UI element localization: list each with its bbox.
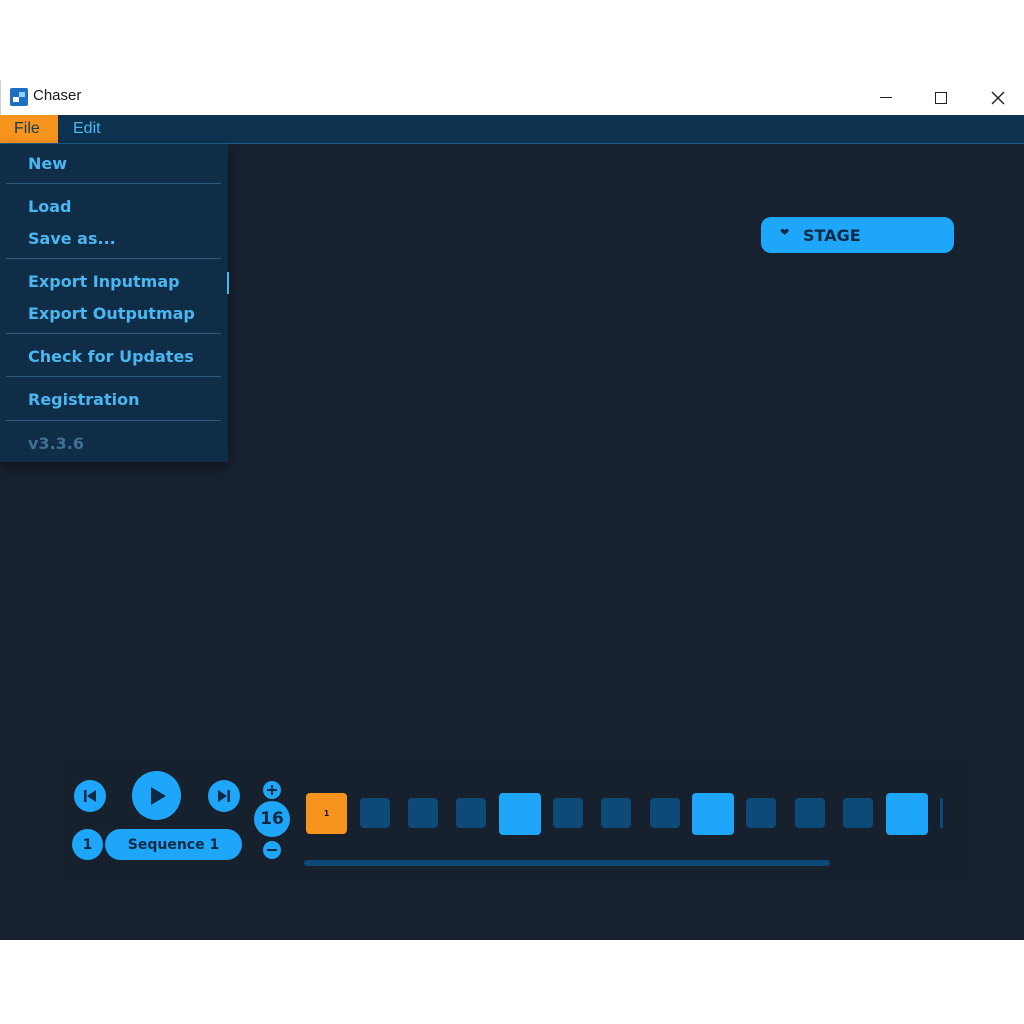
menu-edit[interactable]: Edit [59, 115, 115, 143]
remove-step-button[interactable] [263, 841, 281, 859]
transport-panel: 1 Sequence 1 16 1 [60, 762, 968, 880]
menu-separator [6, 183, 221, 184]
step-2[interactable] [360, 798, 390, 828]
menu-separator [6, 258, 221, 259]
skip-forward-icon [218, 790, 230, 802]
step-13[interactable] [886, 793, 928, 835]
play-icon [150, 786, 166, 805]
minimize-button[interactable] [858, 80, 914, 115]
version-label: v3.3.6 [28, 434, 84, 453]
menu-item-save-as[interactable]: Save as... [28, 229, 116, 248]
app-logo-icon [10, 88, 28, 106]
menu-item-check-for-updates[interactable]: Check for Updates [28, 347, 194, 366]
step-count-label: 16 [260, 809, 284, 829]
menu-item-registration[interactable]: Registration [28, 390, 139, 409]
close-button[interactable] [970, 80, 1024, 115]
skip-back-icon [84, 790, 96, 802]
app-window: File Edit New Load Save as... Export Inp… [0, 115, 1024, 940]
sequence-number-badge[interactable]: 1 [72, 829, 103, 860]
minimize-icon [880, 97, 892, 98]
menu-separator [6, 333, 221, 334]
close-icon [991, 91, 1005, 104]
plus-icon [267, 785, 277, 795]
step-4[interactable] [456, 798, 486, 828]
step-7[interactable] [601, 798, 631, 828]
menu-separator [6, 376, 221, 377]
menu-item-export-outputmap[interactable]: Export Outputmap [28, 304, 195, 323]
heart-icon: ❤ [780, 226, 790, 239]
step-10[interactable] [746, 798, 776, 828]
stage-label: STAGE [803, 226, 861, 245]
title-bar: Chaser [0, 80, 1024, 115]
minus-icon [267, 849, 277, 851]
play-button[interactable] [132, 771, 181, 820]
window-title: Chaser [33, 87, 82, 104]
step-1[interactable]: 1 [306, 793, 347, 834]
step-6[interactable] [553, 798, 583, 828]
step-5[interactable] [499, 793, 541, 835]
add-step-button[interactable] [263, 781, 281, 799]
step-11[interactable] [795, 798, 825, 828]
menu-bar: File Edit [0, 115, 1024, 144]
stage-dropdown-button[interactable]: ❤ STAGE [761, 217, 954, 253]
menu-item-load[interactable]: Load [28, 197, 71, 216]
menu-item-new[interactable]: New [28, 154, 67, 173]
step-3[interactable] [408, 798, 438, 828]
step-14[interactable] [940, 798, 943, 828]
file-dropdown-menu: New Load Save as... Export Inputmap Expo… [0, 144, 229, 462]
step-count-display: 16 [254, 801, 290, 837]
sequence-scrollbar[interactable] [304, 860, 830, 866]
menu-item-export-inputmap[interactable]: Export Inputmap [28, 272, 180, 291]
menu-separator [6, 420, 221, 421]
menu-file[interactable]: File [0, 115, 58, 143]
skip-forward-button[interactable] [208, 780, 240, 812]
sequence-name-button[interactable]: Sequence 1 [105, 829, 242, 860]
step-8[interactable] [650, 798, 680, 828]
submenu-indicator [227, 272, 229, 294]
step-12[interactable] [843, 798, 873, 828]
maximize-button[interactable] [913, 80, 969, 115]
step-9[interactable] [692, 793, 734, 835]
maximize-icon [935, 91, 947, 104]
skip-back-button[interactable] [74, 780, 106, 812]
